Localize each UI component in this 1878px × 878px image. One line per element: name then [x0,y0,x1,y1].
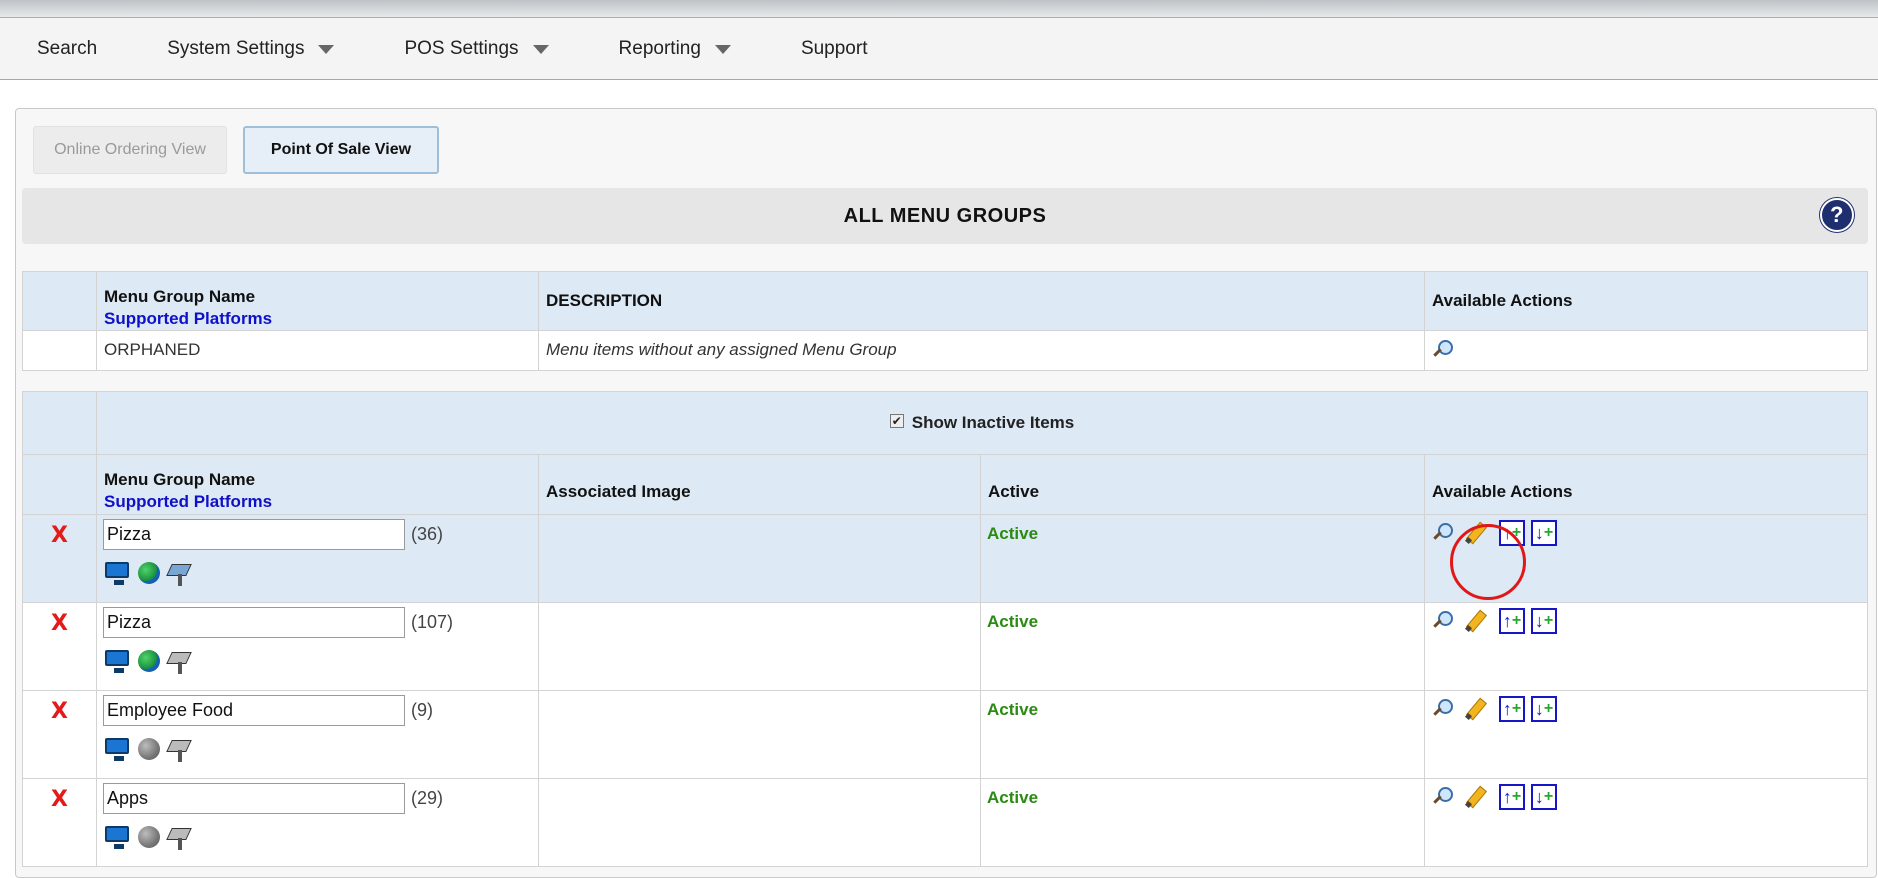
table-row: X (29) Active ↑+↓+ [22,778,1868,867]
pos-monitor-icon[interactable] [105,562,129,585]
delete-icon[interactable]: X [23,691,96,724]
status-active: Active [987,700,1039,719]
header-blank [22,271,97,331]
delete-icon[interactable]: X [23,779,96,812]
help-icon[interactable]: ? [1820,198,1854,232]
nav-pos-settings[interactable]: POS Settings [404,37,549,60]
caret-down-icon [714,45,731,54]
item-count: (36) [411,524,444,544]
edit-pencil-icon[interactable] [1463,609,1485,633]
content-panel: Online Ordering View Point Of Sale View … [15,108,1877,878]
view-magnifier-icon[interactable] [1431,522,1453,544]
associated-image-cell [538,514,981,603]
view-magnifier-icon[interactable] [1431,610,1453,632]
kiosk-icon[interactable] [169,826,191,850]
kiosk-icon[interactable] [169,738,191,762]
tab-online-ordering-view[interactable]: Online Ordering View [33,126,227,174]
page-title-bar: ALL MENU GROUPS ? [22,188,1868,244]
show-inactive-label: Show Inactive Items [911,413,1075,432]
move-up-add-icon[interactable]: ↑ + [1499,784,1525,810]
pos-monitor-icon[interactable] [105,826,129,849]
view-magnifier-icon[interactable] [1431,698,1453,720]
edit-pencil-icon[interactable] [1463,785,1485,809]
view-magnifier-icon[interactable] [1431,339,1453,361]
web-globe-icon[interactable] [138,650,160,672]
nav-system-settings-label: System Settings [167,37,305,59]
show-inactive-checkbox[interactable]: ✔ [889,414,904,428]
associated-image-cell [538,778,981,867]
orphaned-name: ORPHANED [104,340,201,359]
delete-icon[interactable]: X [23,603,96,636]
nav-search[interactable]: Search [37,38,97,60]
tab-point-of-sale-view[interactable]: Point Of Sale View [243,126,439,174]
header-available-actions: Available Actions [1432,291,1573,310]
page-title: ALL MENU GROUPS [843,204,1047,227]
orphaned-table: Menu Group Name Supported Platforms DESCR… [22,271,1868,371]
menu-group-name-input[interactable] [103,519,405,550]
nav-support-label: Support [800,37,868,59]
item-count: (107) [411,612,454,632]
header-active: Active [988,482,1040,501]
header-description-cell: DESCRIPTION [538,271,1425,331]
header-available-actions: Available Actions [1432,482,1573,501]
table-row: X (9) Active ↑+↓+ [22,690,1868,779]
header-menu-group-name: Menu Group Name [104,287,256,306]
nav-reporting[interactable]: Reporting [619,38,731,60]
pos-monitor-icon[interactable] [105,650,129,673]
nav-system-settings[interactable]: System Settings [167,37,335,60]
nav-pos-settings-label: POS Settings [404,37,519,59]
browser-top-strip [0,0,1878,18]
table-row-orphaned: ORPHANED Menu items without any assigned… [22,330,1868,371]
kiosk-icon[interactable] [169,562,191,586]
web-globe-icon[interactable] [138,826,160,848]
menu-groups-header: Menu Group Name Supported Platforms Assoc… [22,454,1868,515]
move-up-add-icon[interactable]: ↑ + [1499,608,1525,634]
menu-groups-table: ✔ Show Inactive Items Menu Group Name Sup… [22,391,1868,867]
item-count: (29) [411,788,444,808]
move-down-add-icon[interactable]: ↓ + [1531,520,1557,546]
associated-image-cell [538,690,981,779]
caret-down-icon [532,45,549,54]
header-description: DESCRIPTION [546,291,663,310]
menu-group-name-input[interactable] [103,783,405,814]
associated-image-cell [538,602,981,691]
menu-group-name-input[interactable] [103,695,405,726]
header-supported-platforms: Supported Platforms [104,309,273,328]
move-down-add-icon[interactable]: ↓ + [1531,608,1557,634]
table-row: X (107) Active ↑+↓+ [22,602,1868,691]
delete-icon[interactable]: X [23,515,96,548]
header-name-cell: Menu Group Name Supported Platforms [96,271,539,331]
header-supported-platforms: Supported Platforms [104,492,273,511]
web-globe-icon[interactable] [138,562,160,584]
main-nav: Search System Settings POS Settings Repo… [0,18,1878,80]
pos-monitor-icon[interactable] [105,738,129,761]
annotation-circle [1450,524,1526,600]
menu-group-name-input[interactable] [103,607,405,638]
status-active: Active [987,524,1039,543]
move-up-add-icon[interactable]: ↑ + [1499,696,1525,722]
status-active: Active [987,788,1039,807]
caret-down-icon [318,45,335,54]
view-magnifier-icon[interactable] [1431,786,1453,808]
nav-reporting-label: Reporting [618,37,701,59]
edit-pencil-icon[interactable] [1463,697,1485,721]
orphaned-table-header: Menu Group Name Supported Platforms DESCR… [22,271,1868,331]
show-inactive-row: ✔ Show Inactive Items [22,391,1868,455]
item-count: (9) [411,700,433,720]
nav-support[interactable]: Support [801,38,868,60]
web-globe-icon[interactable] [138,738,160,760]
header-associated-image: Associated Image [546,482,691,501]
move-down-add-icon[interactable]: ↓ + [1531,696,1557,722]
table-row: X (36) Active ↑+↓+ [22,514,1868,603]
header-actions-cell: Available Actions [1424,271,1868,331]
nav-search-label: Search [37,37,98,59]
move-down-add-icon[interactable]: ↓ + [1531,784,1557,810]
status-active: Active [987,612,1039,631]
header-menu-group-name: Menu Group Name [104,470,256,489]
orphaned-description: Menu items without any assigned Menu Gro… [546,340,897,359]
kiosk-icon[interactable] [169,650,191,674]
